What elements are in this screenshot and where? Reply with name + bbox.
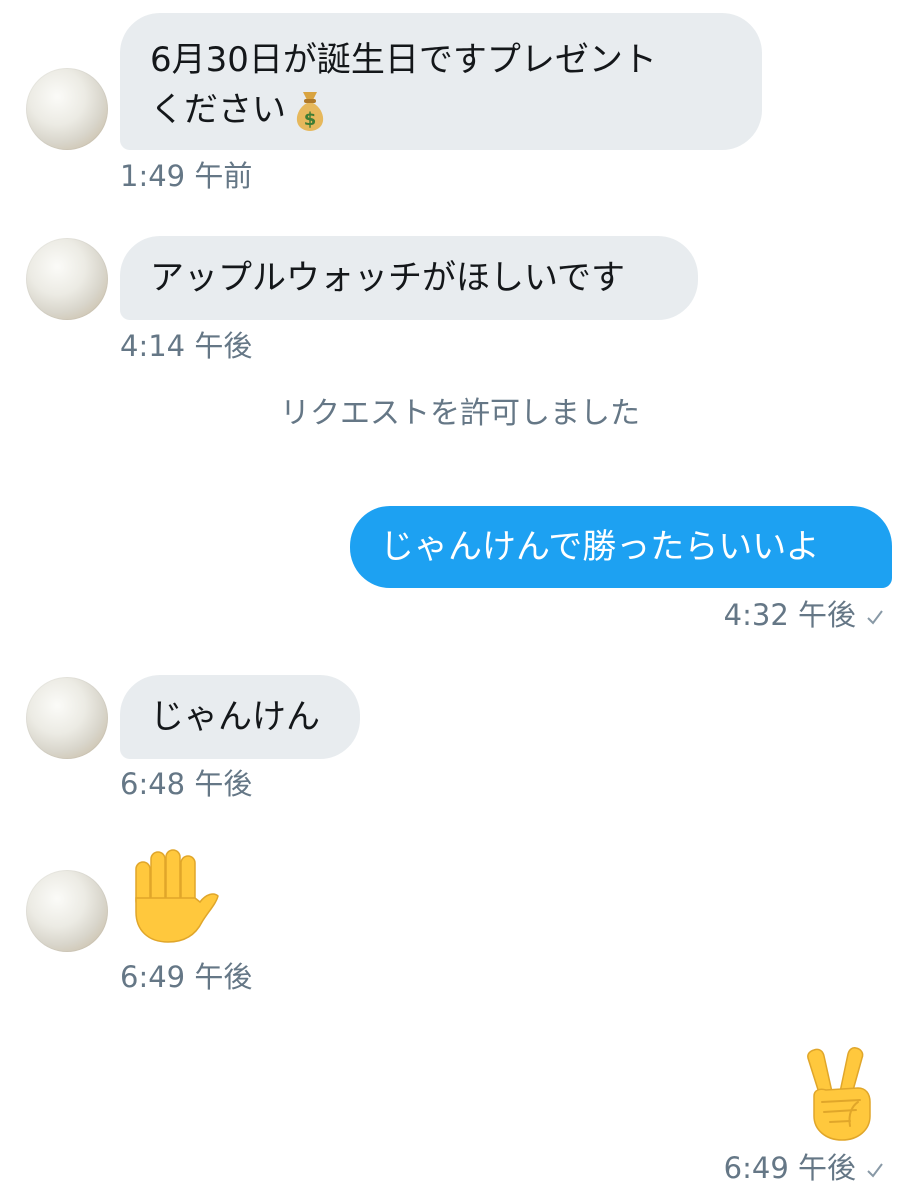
victory-hand-icon <box>807 1047 871 1141</box>
avatar[interactable] <box>26 68 108 150</box>
avatar[interactable] <box>26 677 108 759</box>
svg-text:$: $ <box>304 109 317 130</box>
avatar[interactable] <box>26 238 108 320</box>
message-timestamp: 4:32 午後 <box>723 598 856 632</box>
message-timestamp: 6:49 午後 <box>723 1151 856 1185</box>
message-text-line-1: 6月30日が誕生日ですプレゼント <box>150 40 657 80</box>
message-status-row: 4:32 午後 <box>724 597 884 633</box>
raised-hand-icon <box>135 849 219 943</box>
message-timestamp: 1:49 午前 <box>120 159 253 193</box>
read-check-icon <box>867 610 883 625</box>
avatar[interactable] <box>26 870 108 952</box>
read-check-icon <box>867 1163 883 1178</box>
money-bag-icon: $ <box>296 92 324 131</box>
message-timestamp: 6:48 午後 <box>120 767 253 801</box>
message-bubble-incoming[interactable]: じゃんけん <box>120 675 360 759</box>
message-text-line-2: ください <box>150 90 286 130</box>
message-text-line-2-row: ください $ <box>150 85 732 135</box>
message-text: アップルウォッチがほしいです <box>150 258 625 298</box>
message-timestamp: 6:49 午後 <box>120 960 253 994</box>
message-text: じゃんけん <box>150 697 320 737</box>
message-bubble-outgoing[interactable]: じゃんけんで勝ったらいいよ <box>350 506 892 588</box>
message-timestamp: 4:14 午後 <box>120 329 253 363</box>
system-notice: リクエストを許可しました <box>280 396 640 431</box>
emoji-message[interactable] <box>800 1046 876 1146</box>
message-bubble-incoming[interactable]: アップルウォッチがほしいです <box>120 236 698 320</box>
message-status-row: 6:49 午後 <box>724 1150 884 1186</box>
message-text: じゃんけんで勝ったらいいよ <box>380 527 820 567</box>
message-bubble-incoming[interactable]: 6月30日が誕生日ですプレゼント ください $ <box>120 13 762 150</box>
emoji-message[interactable] <box>126 848 222 952</box>
